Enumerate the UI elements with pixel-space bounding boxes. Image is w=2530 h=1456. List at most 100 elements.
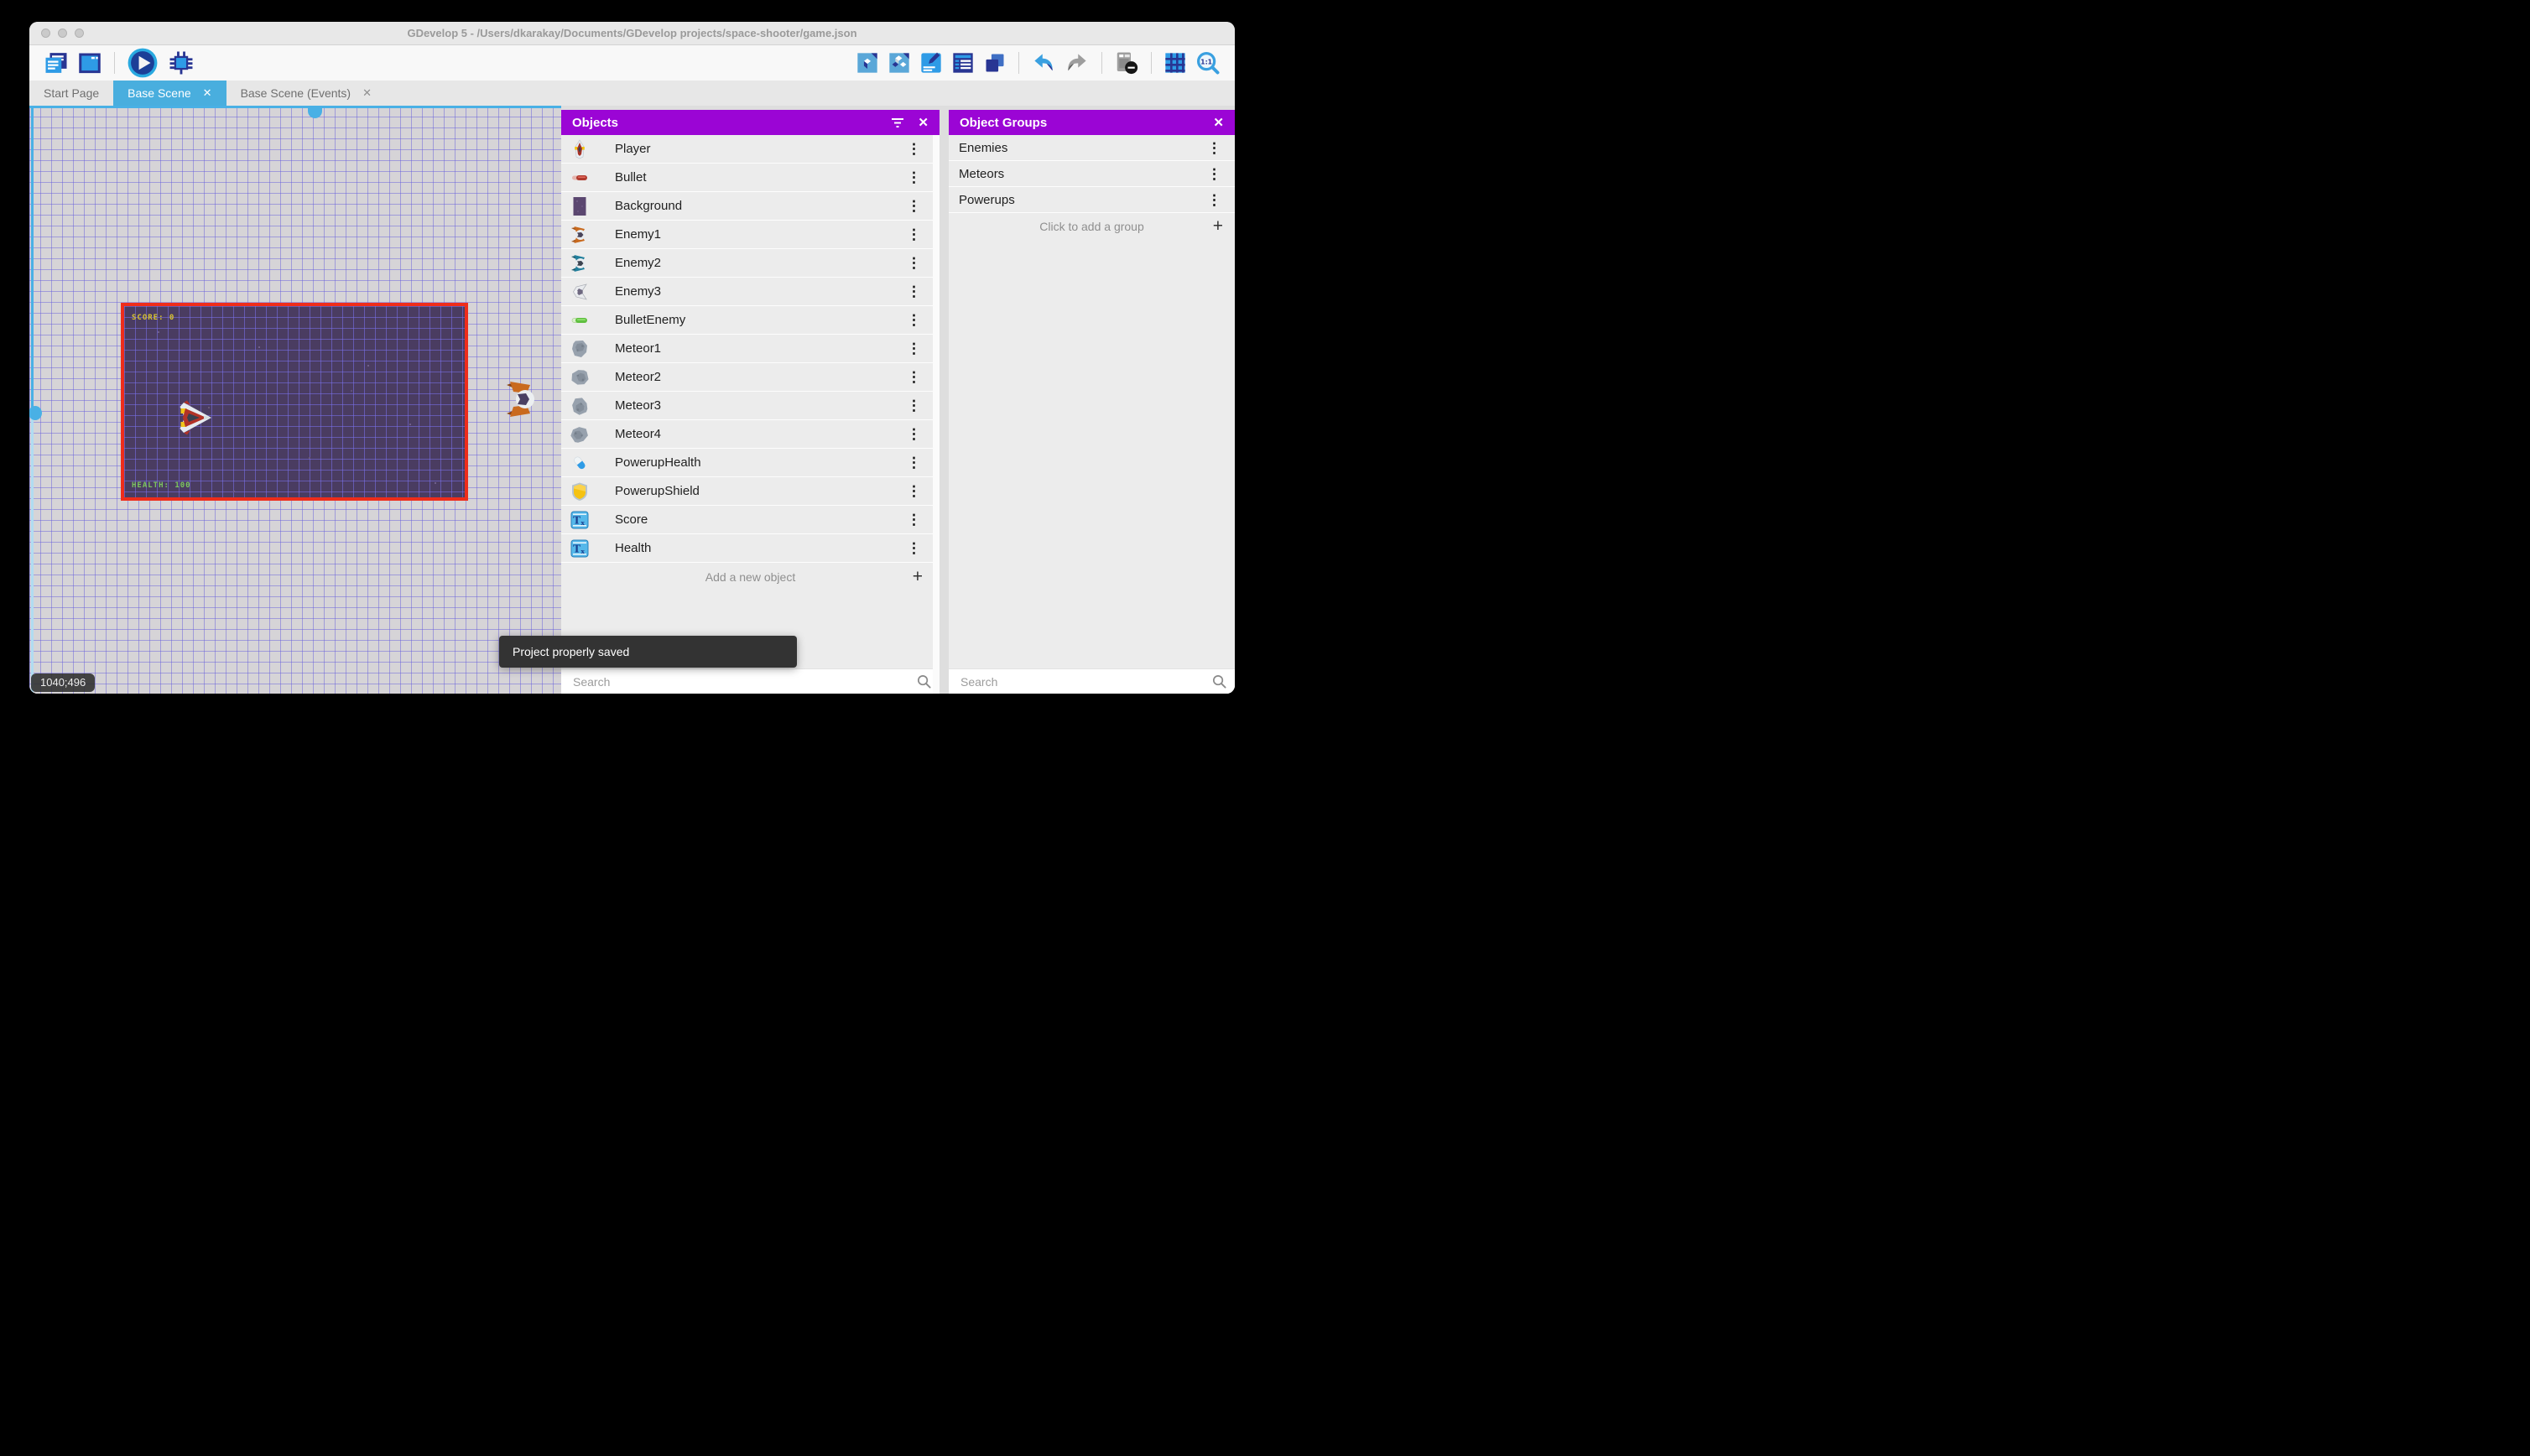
object-row-meteor2[interactable]: Meteor2⋮ (561, 363, 940, 392)
group-row-meteors[interactable]: Meteors⋮ (949, 161, 1235, 187)
object-menu-icon[interactable]: ⋮ (907, 427, 921, 441)
group-row-enemies[interactable]: Enemies⋮ (949, 135, 1235, 161)
scene-properties-icon[interactable] (77, 49, 102, 76)
object-group-icon[interactable] (888, 49, 911, 76)
enemy-ship-instance[interactable] (505, 380, 539, 423)
minimize-window-button[interactable] (58, 29, 67, 38)
tab-bar: Start PageBase Scene✕Base Scene (Events)… (29, 81, 1235, 106)
object-row-score[interactable]: TxScore⋮ (561, 506, 940, 534)
object-groups-panel-title: Object Groups (960, 116, 1200, 130)
titlebar: GDevelop 5 - /Users/dkarakay/Documents/G… (29, 22, 1235, 45)
object-menu-icon[interactable]: ⋮ (907, 199, 921, 213)
play-icon[interactable] (127, 49, 159, 76)
grid-icon[interactable] (1163, 49, 1187, 76)
object-name: Meteor1 (615, 341, 661, 356)
object-menu-icon[interactable]: ⋮ (907, 370, 921, 384)
maximize-window-button[interactable] (75, 29, 84, 38)
object-menu-icon[interactable]: ⋮ (907, 313, 921, 327)
object-row-enemy2[interactable]: Enemy2⋮ (561, 249, 940, 278)
add-object-label: Add a new object (705, 570, 795, 584)
group-menu-icon[interactable]: ⋮ (1207, 193, 1221, 207)
tab-base-scene[interactable]: Base Scene✕ (113, 81, 226, 106)
add-group-row[interactable]: Click to add a group + (949, 213, 1235, 239)
object-row-bullet[interactable]: Bullet ⋮ (561, 164, 940, 192)
object-row-bulletenemy[interactable]: BulletEnemy⋮ (561, 306, 940, 335)
object-menu-icon[interactable]: ⋮ (907, 284, 921, 299)
close-window-button[interactable] (41, 29, 50, 38)
object-menu-icon[interactable]: ⋮ (907, 170, 921, 185)
object-menu-icon[interactable]: ⋮ (907, 227, 921, 242)
scene-canvas[interactable]: SCORE: 0 HEALTH: 100 1040;496 (29, 106, 561, 694)
svg-text:x: x (580, 548, 585, 555)
horizontal-scrollbar[interactable] (29, 106, 561, 108)
object-row-background[interactable]: Background ⋮ (561, 192, 940, 221)
object-groups-panel: Object Groups ✕ Enemies⋮Meteors⋮Powerups… (949, 110, 1235, 694)
vertical-scrollbar[interactable] (31, 106, 34, 413)
object-row-enemy1[interactable]: Enemy1⋮ (561, 221, 940, 249)
group-menu-icon[interactable]: ⋮ (1207, 167, 1221, 181)
object-menu-icon[interactable]: ⋮ (907, 541, 921, 555)
redo-icon[interactable] (1065, 49, 1090, 76)
health-text-instance[interactable]: HEALTH: 100 (132, 481, 191, 490)
tab-start-page[interactable]: Start Page (29, 81, 113, 106)
horizontal-scrollbar-thumb[interactable] (308, 107, 322, 118)
edit-properties-icon[interactable] (919, 49, 943, 76)
render-options-icon[interactable] (1114, 49, 1139, 76)
object-menu-icon[interactable]: ⋮ (907, 398, 921, 413)
svg-text:x: x (580, 519, 585, 527)
tab-close-icon[interactable]: ✕ (362, 86, 372, 100)
object-menu-icon[interactable]: ⋮ (907, 142, 921, 156)
filter-icon[interactable] (891, 117, 904, 128)
object-row-meteor1[interactable]: Meteor1 ⋮ (561, 335, 940, 363)
vertical-scrollbar-track[interactable] (31, 413, 34, 694)
plus-icon[interactable]: + (913, 567, 923, 587)
object-row-enemy3[interactable]: Enemy3 ⋮ (561, 278, 940, 306)
score-text-instance[interactable]: SCORE: 0 (132, 314, 174, 322)
object-menu-icon[interactable]: ⋮ (907, 455, 921, 470)
groups-panel-spacer (949, 239, 1235, 668)
object-row-player[interactable]: Player⋮ (561, 135, 940, 164)
object-row-poweruphealth[interactable]: PowerupHealth⋮ (561, 449, 940, 477)
object-icon[interactable] (856, 49, 879, 76)
text-icon: Tx (570, 538, 590, 559)
project-manager-icon[interactable] (44, 49, 69, 76)
object-menu-icon[interactable]: ⋮ (907, 512, 921, 527)
meteor3-icon (570, 396, 590, 416)
close-icon[interactable]: ✕ (1213, 115, 1224, 130)
add-group-label: Click to add a group (1039, 220, 1144, 233)
object-menu-icon[interactable]: ⋮ (907, 341, 921, 356)
zoom-1-1-icon[interactable]: 1:1 (1195, 49, 1221, 76)
objects-scrollbar-gutter[interactable] (933, 135, 940, 694)
instances-list-icon[interactable] (951, 49, 975, 76)
enemy2-icon (570, 253, 590, 273)
debug-icon[interactable] (167, 49, 195, 76)
object-row-powerupshield[interactable]: PowerupShield⋮ (561, 477, 940, 506)
object-menu-icon[interactable]: ⋮ (907, 484, 921, 498)
vertical-scrollbar-thumb[interactable] (29, 406, 42, 420)
enemy3-icon (570, 282, 590, 302)
layers-icon[interactable] (983, 49, 1007, 76)
object-name: Enemy3 (615, 284, 661, 299)
content-area: SCORE: 0 HEALTH: 100 1040;496 Objects (29, 106, 1235, 694)
bullet-enemy-icon (570, 310, 590, 330)
objects-search-input[interactable] (561, 675, 940, 689)
object-row-meteor3[interactable]: Meteor3⋮ (561, 392, 940, 420)
plus-icon[interactable]: + (1213, 216, 1223, 237)
group-row-powerups[interactable]: Powerups⋮ (949, 187, 1235, 213)
meteor2-icon (570, 367, 590, 387)
add-object-row[interactable]: Add a new object + (561, 563, 940, 591)
object-row-meteor4[interactable]: Meteor4⋮ (561, 420, 940, 449)
tab-base-scene-events[interactable]: Base Scene (Events)✕ (226, 81, 386, 106)
player-ship-instance[interactable] (174, 398, 212, 441)
object-name: Background (615, 199, 682, 213)
tab-close-icon[interactable]: ✕ (203, 86, 212, 100)
groups-search-input[interactable] (949, 675, 1235, 689)
object-menu-icon[interactable]: ⋮ (907, 256, 921, 270)
object-row-health[interactable]: TxHealth⋮ (561, 534, 940, 563)
undo-icon[interactable] (1031, 49, 1056, 76)
object-name: Bullet (615, 170, 647, 185)
close-icon[interactable]: ✕ (918, 115, 929, 130)
text-icon: Tx (570, 510, 590, 530)
objects-panel: Objects ✕ Player⋮Bullet⋮Background⋮Enemy… (561, 110, 940, 694)
group-menu-icon[interactable]: ⋮ (1207, 141, 1221, 155)
